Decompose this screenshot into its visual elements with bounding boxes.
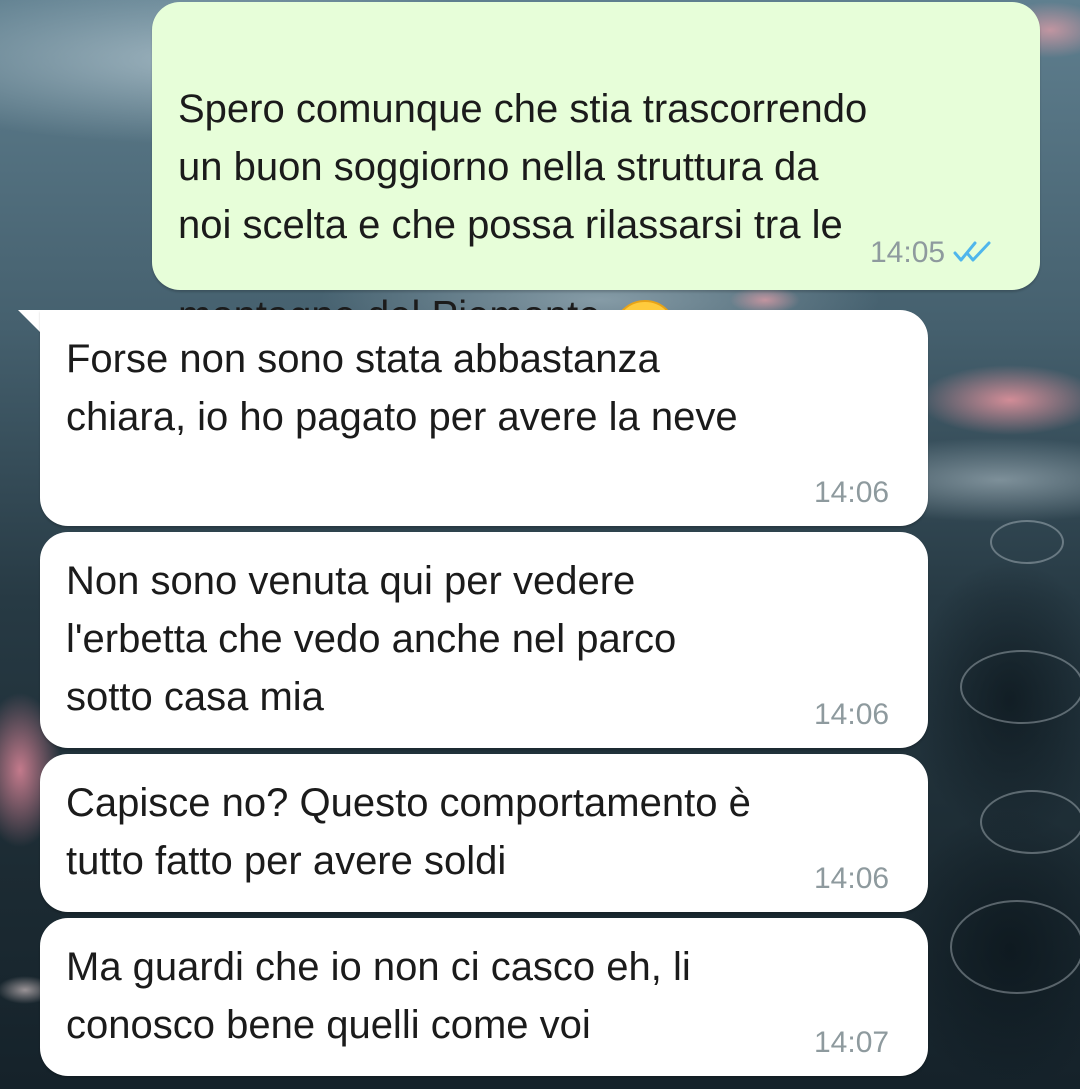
message-text: Ma guardi che io non ci casco eh, li con… — [66, 945, 691, 1047]
message-text: Non sono venuta qui per vedere l'erbetta… — [66, 559, 677, 719]
message-timestamp: 14:05 — [870, 236, 997, 271]
read-receipt-icon — [953, 237, 997, 271]
message-timestamp: 14:06 — [814, 698, 890, 731]
incoming-message[interactable]: Non sono venuta qui per vedere l'erbetta… — [40, 532, 928, 748]
wallpaper-ripple — [980, 790, 1080, 854]
message-tail — [18, 310, 42, 334]
message-timestamp: 14:06 — [814, 862, 890, 895]
wallpaper-ripple — [990, 520, 1064, 564]
incoming-message[interactable]: Capisce no? Questo comportamento è tutto… — [40, 754, 928, 912]
incoming-message[interactable]: Ma guardi che io non ci casco eh, li con… — [40, 918, 928, 1076]
message-text: Forse non sono stata abbastanza chiara, … — [66, 337, 738, 439]
message-timestamp: 14:06 — [814, 476, 890, 509]
message-timestamp: 14:07 — [814, 1026, 890, 1059]
wallpaper-ripple — [960, 650, 1080, 724]
wallpaper-ripple — [950, 900, 1080, 994]
outgoing-message[interactable]: Spero comunque che stia trascorrendo un … — [152, 2, 1040, 364]
message-text: Capisce no? Questo comportamento è tutto… — [66, 781, 751, 883]
incoming-message[interactable]: Forse non sono stata abbastanza chiara, … — [40, 310, 928, 526]
